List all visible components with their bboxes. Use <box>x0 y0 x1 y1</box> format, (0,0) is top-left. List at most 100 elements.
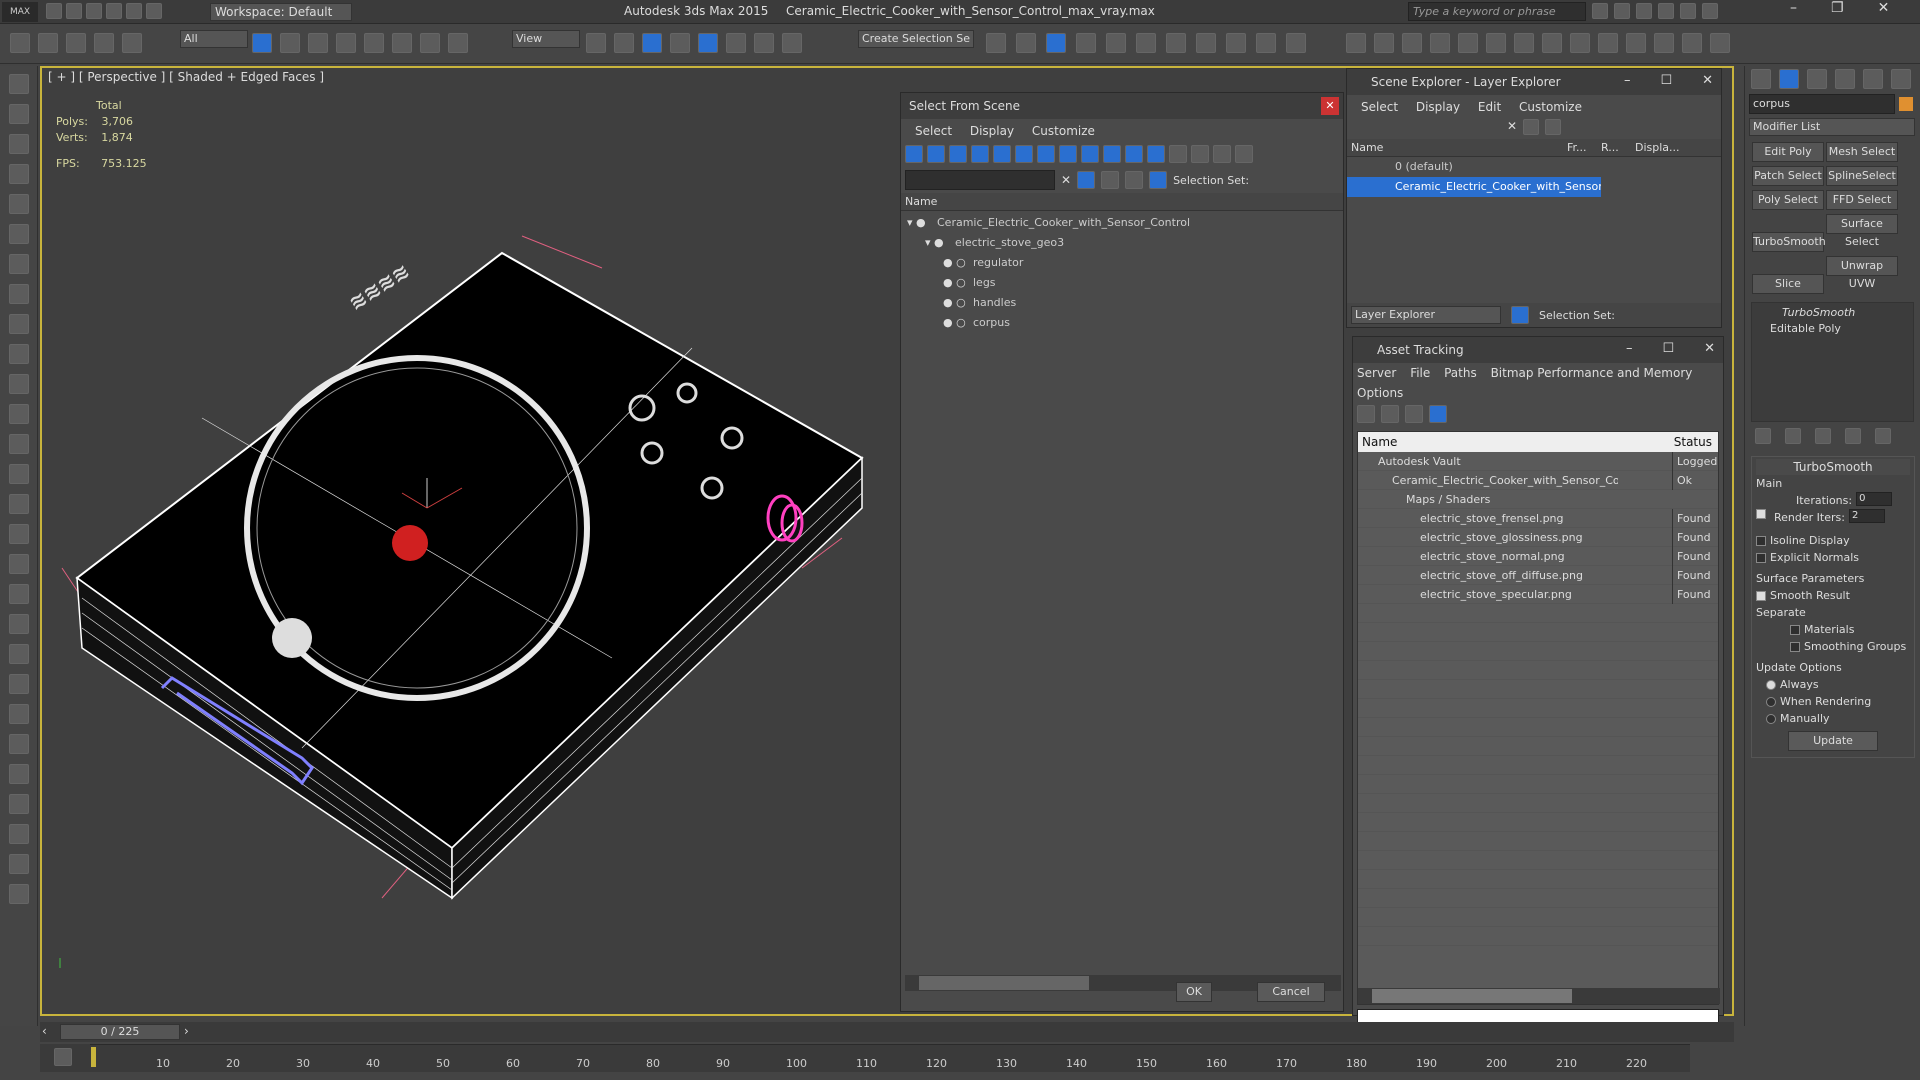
graphite-ribbon-icon[interactable] <box>1106 33 1126 53</box>
tool-icon-27[interactable] <box>9 854 29 874</box>
cooker-wireframe[interactable]: ≋≋≋≋ <box>42 68 902 968</box>
explicit-normals-checkbox[interactable] <box>1756 553 1766 563</box>
scene-tree-row[interactable]: ● ○ legs <box>901 273 1343 293</box>
sort-icon[interactable] <box>1101 171 1120 189</box>
pin-stack-icon[interactable] <box>1755 428 1771 444</box>
percent-snap-icon[interactable] <box>726 33 746 53</box>
render-iters-spinner[interactable]: 2 <box>1848 509 1885 523</box>
maximize-icon[interactable]: ☐ <box>1660 73 1672 88</box>
vray-fb-icon[interactable] <box>1598 33 1618 53</box>
schematic-view-icon[interactable] <box>1166 33 1186 53</box>
vray-sphere-icon[interactable] <box>1514 33 1534 53</box>
tool-icon-22[interactable] <box>9 704 29 724</box>
column-name-header[interactable]: Name <box>901 193 1343 211</box>
asset-scrollbar-thumb[interactable] <box>1372 989 1572 1003</box>
vray-render-icon[interactable] <box>1654 33 1674 53</box>
tool-icon-16[interactable] <box>9 524 29 544</box>
tool-icon-23[interactable] <box>9 734 29 754</box>
vray-proxy-icon[interactable] <box>1430 33 1450 53</box>
close-icon[interactable]: ✕ <box>1878 0 1890 16</box>
tool-icon-8[interactable] <box>9 284 29 304</box>
explorer-type-dropdown[interactable]: Layer Explorer <box>1351 306 1501 324</box>
filter-shapes-icon[interactable] <box>927 145 945 163</box>
asset-row[interactable]: Autodesk Vault Logged <box>1358 452 1718 471</box>
tool-icon-4[interactable] <box>9 164 29 184</box>
filter-cameras-icon[interactable] <box>971 145 989 163</box>
menu-select[interactable]: Select <box>915 119 952 143</box>
turbosmooth-button[interactable]: TurboSmooth <box>1752 232 1826 252</box>
create-tab-icon[interactable] <box>1751 69 1771 89</box>
snaps-toggle-icon[interactable] <box>670 33 690 53</box>
smooth-result-checkbox[interactable] <box>1756 591 1766 601</box>
vray-fur-icon[interactable] <box>1458 33 1478 53</box>
tool-icon-7[interactable] <box>9 254 29 274</box>
keyboard-shortcut-icon[interactable] <box>642 33 662 53</box>
vray-camera-icon[interactable] <box>1570 33 1590 53</box>
redo-small-icon[interactable] <box>126 3 142 19</box>
rollout-title[interactable]: TurboSmooth <box>1756 459 1910 475</box>
surface-select-button[interactable]: Surface Select <box>1826 214 1898 248</box>
select-all-icon[interactable] <box>1169 145 1187 163</box>
unlink-icon[interactable] <box>94 33 114 53</box>
clear-icon[interactable]: ✕ <box>1061 173 1071 187</box>
tool-icon-21[interactable] <box>9 674 29 694</box>
utilities-tab-icon[interactable] <box>1891 69 1911 89</box>
scale-icon[interactable] <box>420 33 440 53</box>
asset-row[interactable]: electric_stove_frensel.png Found <box>1358 509 1718 528</box>
layer-row-default[interactable]: 0 (default) <box>1347 157 1721 177</box>
find-input[interactable] <box>905 170 1055 190</box>
filter-geometry-icon[interactable] <box>905 145 923 163</box>
select-object-icon[interactable] <box>252 33 272 53</box>
when-rendering-radio[interactable] <box>1766 697 1776 707</box>
patch-select-button[interactable]: Patch Select <box>1752 166 1824 186</box>
select-invert-icon[interactable] <box>1213 145 1231 163</box>
menu-bitmap[interactable]: Bitmap Performance and Memory <box>1491 366 1693 380</box>
open-file-icon[interactable] <box>66 3 82 19</box>
stack-turbosmooth[interactable]: TurboSmooth <box>1756 305 1909 321</box>
hierarchy-tab-icon[interactable] <box>1807 69 1827 89</box>
manually-radio[interactable] <box>1766 714 1776 724</box>
select-by-name-icon[interactable] <box>280 33 300 53</box>
new-layer-icon[interactable] <box>1523 119 1540 135</box>
modifier-list-dropdown[interactable]: Modifier List <box>1749 118 1915 136</box>
window-crossing-icon[interactable] <box>336 33 356 53</box>
curve-editor-icon[interactable] <box>1136 33 1156 53</box>
configure-sets-icon[interactable] <box>1875 428 1891 444</box>
menu-file[interactable]: File <box>1410 366 1430 380</box>
menu-options[interactable]: Options <box>1357 386 1403 400</box>
menu-customize[interactable]: Customize <box>1032 119 1095 143</box>
col-name[interactable]: Name <box>1347 139 1567 156</box>
minimize-icon[interactable]: – <box>1626 341 1633 356</box>
angle-snap-icon[interactable] <box>698 33 718 53</box>
modify-tab-icon[interactable] <box>1779 69 1799 89</box>
select-manipulate-icon[interactable] <box>614 33 634 53</box>
menu-select[interactable]: Select <box>1361 95 1398 119</box>
frame-indicator[interactable]: 0 / 225 <box>60 1024 180 1040</box>
asset-row[interactable]: electric_stove_specular.png Found <box>1358 585 1718 604</box>
toggle-scene-explorer-icon[interactable] <box>1076 33 1096 53</box>
filter-frozen-icon[interactable] <box>1125 145 1143 163</box>
always-radio[interactable] <box>1766 680 1776 690</box>
selection-filter-dropdown[interactable]: All <box>180 30 248 48</box>
iterations-spinner[interactable]: 0 <box>1856 492 1893 506</box>
tool-icon-26[interactable] <box>9 824 29 844</box>
prev-frame-icon[interactable]: ‹ <box>42 1024 47 1038</box>
filter-hidden-icon[interactable] <box>1147 145 1165 163</box>
filter-containers-icon[interactable] <box>1103 145 1121 163</box>
project-folder-icon[interactable] <box>146 3 162 19</box>
restore-icon[interactable]: ❐ <box>1831 0 1844 16</box>
tool-icon-15[interactable] <box>9 494 29 514</box>
vray-settings-icon[interactable] <box>1626 33 1646 53</box>
tool-icon-5[interactable] <box>9 194 29 214</box>
spline-select-button[interactable]: SplineSelect <box>1826 166 1898 186</box>
undo-small-icon[interactable] <box>106 3 122 19</box>
scene-tree-row[interactable]: ▾ ● electric_stove_geo3 <box>901 233 1343 253</box>
asset-row[interactable]: electric_stove_normal.png Found <box>1358 547 1718 566</box>
object-name-field[interactable]: corpus <box>1749 94 1895 114</box>
help-icon[interactable] <box>1702 3 1718 19</box>
frame-cursor[interactable] <box>91 1047 96 1067</box>
funnel-icon[interactable] <box>1235 145 1253 163</box>
minimize-icon[interactable]: – <box>1624 73 1631 88</box>
asset-row[interactable]: electric_stove_off_diffuse.png Found <box>1358 566 1718 585</box>
time-slider[interactable]: ‹ 0 / 225 › <box>40 1022 1734 1042</box>
